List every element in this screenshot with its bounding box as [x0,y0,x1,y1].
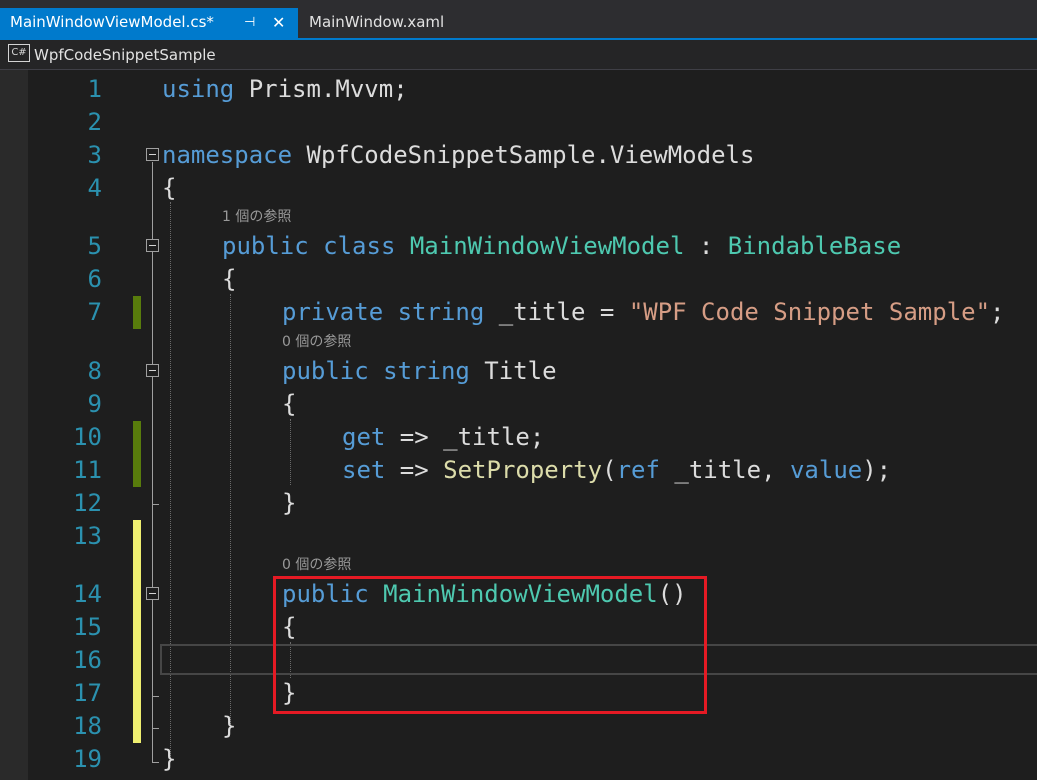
collapse-icon[interactable] [146,364,159,377]
code-line-18: } [222,712,237,740]
code-line-9: { [282,390,297,418]
constructor-highlight-box [273,576,707,714]
code-line-5: public class MainWindowViewModel : Binda… [222,232,902,260]
outline-line [152,162,153,762]
line-number: 15 [73,613,102,641]
line-number: 16 [73,646,102,674]
outline-end [152,504,159,505]
document-tab-bar: MainWindowViewModel.cs* ⊣ ✕ MainWindow.x… [0,0,1037,40]
line-number: 6 [87,265,102,293]
code-line-4: { [162,174,177,202]
indicator-margin [0,70,28,780]
close-icon[interactable]: ✕ [272,8,285,37]
line-number: 18 [73,712,102,740]
outline-end [152,762,159,763]
outline-end [152,728,159,729]
codelens-references[interactable]: 0 個の参照 [282,556,351,574]
line-number: 14 [73,580,102,608]
tab-mainwindow-xaml[interactable]: MainWindow.xaml [299,8,469,38]
line-number: 3 [87,141,102,169]
line-number: 10 [73,423,102,451]
indent-guide [170,202,171,762]
indent-guide [290,419,291,485]
code-line-11: set => SetProperty(ref _title, value); [342,456,892,484]
code-line-8: public string Title [282,357,557,385]
navigation-bar: C# WpfCodeSnippetSample [0,40,1037,70]
line-number: 1 [87,75,102,103]
line-number: 7 [87,298,102,326]
code-editor[interactable]: 1 2 3 4 5 6 7 8 9 10 11 12 13 14 15 16 1… [0,70,1037,780]
line-number: 8 [87,357,102,385]
code-line-6: { [222,265,237,293]
tab-label: MainWindow.xaml [309,13,445,31]
tab-label: MainWindowViewModel.cs* [10,13,214,31]
line-number: 4 [87,174,102,202]
saved-change-indicator [133,296,141,329]
line-number: 12 [73,489,102,517]
line-number: 5 [87,232,102,260]
collapse-icon[interactable] [146,239,159,252]
collapse-icon[interactable] [146,587,159,600]
line-number: 11 [73,456,102,484]
line-number: 2 [87,108,102,136]
code-line-10: get => _title; [342,423,545,451]
line-number: 9 [87,390,102,418]
saved-change-indicator [133,421,141,487]
csharp-project-icon: C# [8,44,30,62]
codelens-references[interactable]: 1 個の参照 [222,208,291,226]
code-line-12: } [282,489,297,517]
code-line-1: using Prism.Mvvm; [162,75,408,103]
code-line-3: namespace WpfCodeSnippetSample.ViewModel… [162,141,755,169]
outline-end [152,696,159,697]
tab-mainwindowviewmodel[interactable]: MainWindowViewModel.cs* ⊣ ✕ [0,8,298,38]
code-line-7: private string _title = "WPF Code Snippe… [282,298,1005,326]
codelens-references[interactable]: 0 個の参照 [282,333,351,351]
pin-icon[interactable]: ⊣ [244,8,255,37]
line-number: 19 [73,745,102,773]
project-dropdown[interactable]: WpfCodeSnippetSample [34,44,216,66]
line-number: 17 [73,679,102,707]
line-number: 13 [73,522,102,550]
unsaved-change-indicator [133,520,141,743]
code-line-19: } [162,745,177,773]
collapse-icon[interactable] [146,148,159,161]
